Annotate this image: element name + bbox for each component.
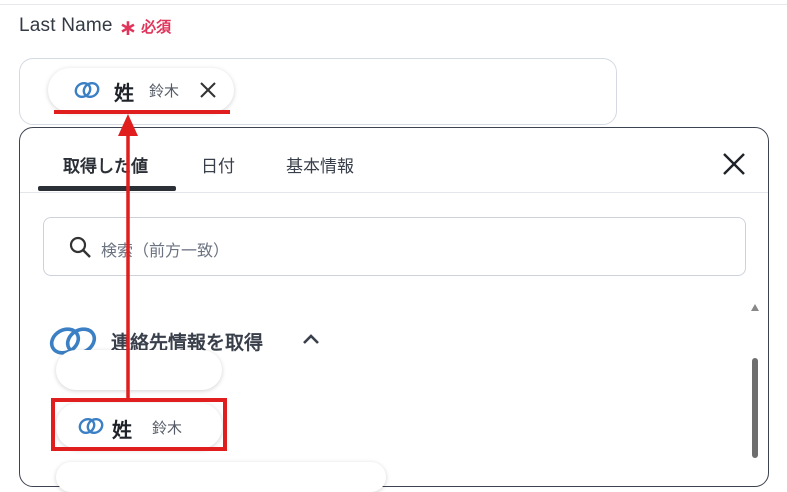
active-tab-indicator	[38, 186, 176, 191]
chip-key: 姓	[114, 81, 134, 105]
chip-value: 鈴木	[149, 82, 180, 100]
scroll-thumb[interactable]	[752, 358, 758, 458]
annotation-highlight-box	[51, 398, 227, 451]
search-icon	[69, 236, 91, 258]
selected-value-chip[interactable]: 姓 鈴木	[48, 68, 234, 112]
scroll-up-arrow[interactable]	[751, 304, 759, 311]
field-label-text: Last Name	[19, 15, 113, 36]
required-asterisk: ∗	[118, 16, 138, 41]
scrollbar[interactable]	[750, 300, 760, 480]
field-label: Last Name ∗ 必須	[19, 15, 172, 41]
list-item-partial[interactable]	[56, 462, 386, 492]
required-badge: 必須	[141, 17, 172, 36]
remove-chip-close-icon[interactable]	[196, 78, 220, 102]
search-input[interactable]: 検索（前方一致）	[43, 217, 746, 276]
tab-date[interactable]: 日付	[201, 152, 235, 177]
close-icon[interactable]	[720, 150, 748, 178]
link-icon	[74, 81, 100, 99]
annotation-arrow-up-icon	[118, 114, 138, 400]
tab-basic-info[interactable]: 基本情報	[286, 152, 354, 177]
top-divider	[0, 4, 787, 5]
chevron-up-icon[interactable]	[302, 332, 320, 346]
